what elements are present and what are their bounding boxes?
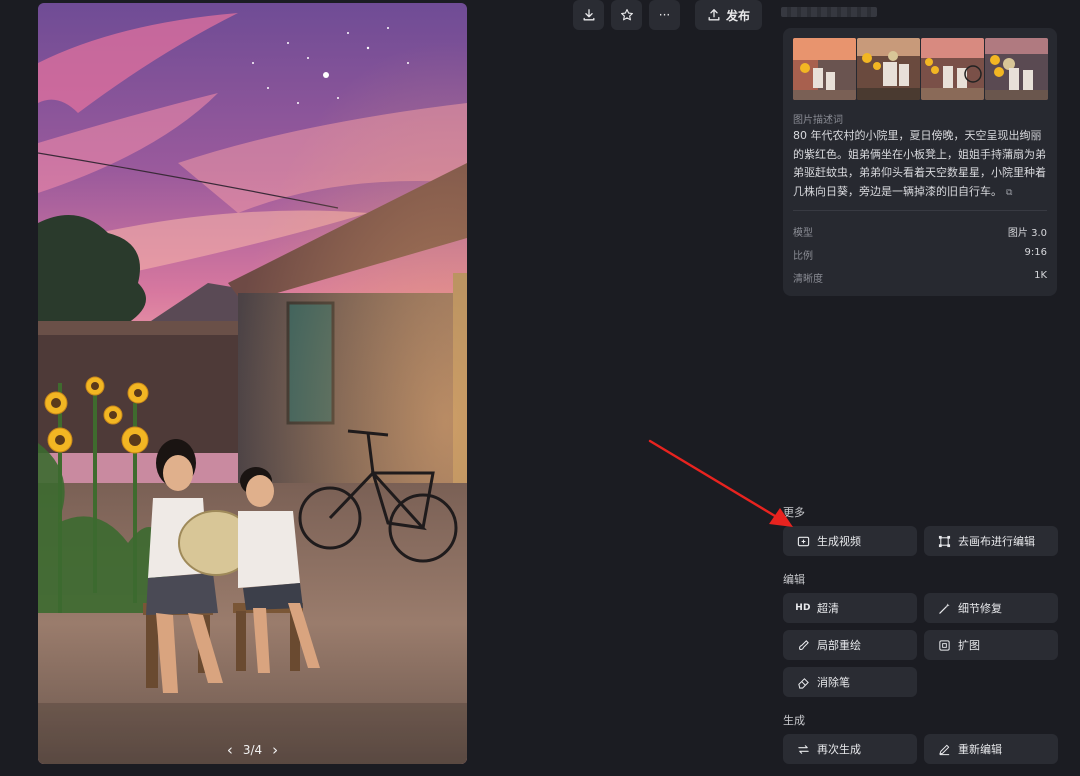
upscale-label: 超清 [817,602,839,615]
favorite-button[interactable] [611,0,642,30]
thumbnail-3[interactable] [921,38,984,100]
upload-icon [708,9,720,21]
thumbnail-4[interactable] [985,38,1048,100]
pencil-icon [937,742,951,756]
download-button[interactable] [573,0,604,30]
inpaint-button[interactable]: 局部重绘 [783,630,917,660]
upscale-button[interactable]: HD 超清 [783,593,917,623]
inpaint-label: 局部重绘 [817,639,861,652]
description-text: 80 年代农村的小院里，夏日傍晚，天空呈现出绚丽的紫红色。姐弟俩坐在小板凳上，姐… [793,127,1049,202]
thumbnail-strip [793,38,1048,100]
regenerate-label: 再次生成 [817,743,861,756]
section-title-more: 更多 [783,506,805,519]
thumbnail-1[interactable] [793,38,856,100]
re-edit-button[interactable]: 重新编辑 [924,734,1058,764]
canvas-icon [937,534,951,548]
download-icon [583,9,594,21]
publish-button[interactable]: 发布 [695,0,763,30]
main-image[interactable]: ‹ 3/4 › [38,3,467,764]
detail-repair-label: 细节修复 [958,602,1002,615]
chevron-left-icon[interactable]: ‹ [227,742,233,758]
edit-on-canvas-label: 去画布进行编辑 [958,535,1035,548]
outpaint-button[interactable]: 扩图 [924,630,1058,660]
copy-icon[interactable]: ⧉ [1006,184,1012,203]
outpaint-label: 扩图 [958,639,980,652]
section-title-edit: 编辑 [783,573,805,586]
eraser-button[interactable]: 消除笔 [783,667,917,697]
pager-label: 3/4 [242,743,263,757]
re-edit-label: 重新编辑 [958,743,1002,756]
meta-key: 比例 [793,251,813,262]
detail-repair-button[interactable]: 细节修复 [924,593,1058,623]
image-pager: ‹ 3/4 › [38,740,467,760]
meta-key: 清晰度 [793,274,823,285]
generate-video-label: 生成视频 [817,535,861,548]
image-info-card: 图片描述词 80 年代农村的小院里，夏日傍晚，天空呈现出绚丽的紫红色。姐弟俩坐在… [783,28,1057,296]
blurred-username [781,7,877,17]
regenerate-button[interactable]: 再次生成 [783,734,917,764]
edit-on-canvas-button[interactable]: 去画布进行编辑 [924,526,1058,556]
hd-icon: HD [795,603,811,613]
meta-value: 图片 3.0 [1007,228,1047,239]
meta-value: 9:16 [1024,247,1047,258]
meta-value: 1K [1034,270,1047,281]
more-button[interactable]: ··· [649,0,680,30]
thumbnail-2[interactable] [857,38,920,100]
eraser-label: 消除笔 [817,676,850,689]
meta-row-model: 模型 图片 3.0 [793,224,1047,239]
chevron-right-icon[interactable]: › [272,742,278,758]
eraser-icon [796,675,810,689]
brush-icon [796,638,810,652]
section-title-generate: 生成 [783,714,805,727]
annotation-arrow [648,439,793,527]
star-icon [620,9,633,21]
publish-label: 发布 [726,8,751,23]
generated-image-scene [38,3,467,764]
description-label: 图片描述词 [793,115,843,126]
divider [793,210,1047,211]
meta-key: 模型 [793,228,813,239]
video-add-icon [796,534,810,548]
more-icon: ··· [658,8,671,22]
expand-icon [937,638,951,652]
meta-row-resolution: 清晰度 1K [793,270,1047,285]
refresh-icon [796,742,810,756]
meta-row-ratio: 比例 9:16 [793,247,1047,262]
generate-video-button[interactable]: 生成视频 [783,526,917,556]
magic-wand-icon [937,601,951,615]
image-toolbar: ··· 发布 [573,0,763,30]
